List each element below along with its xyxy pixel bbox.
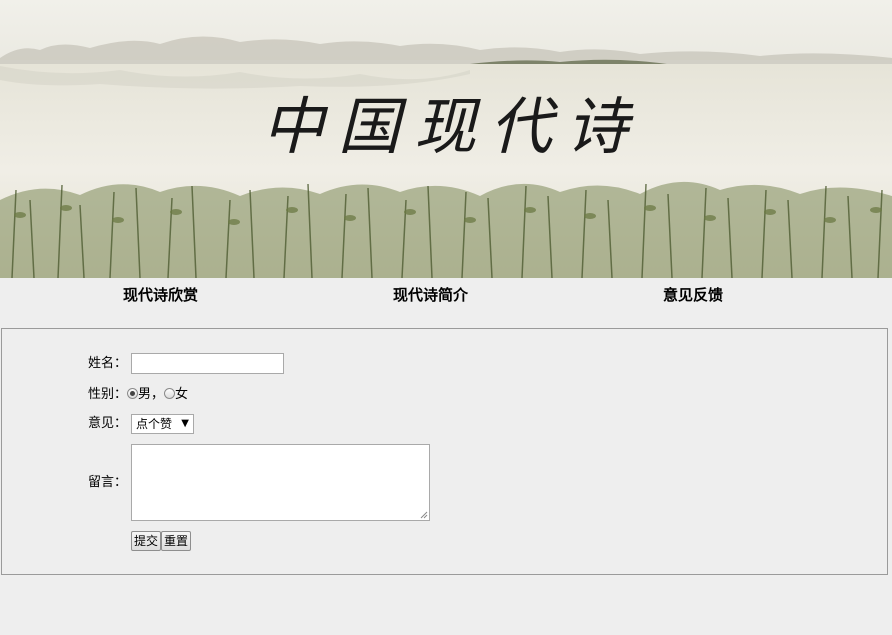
gender-male-label: 男 xyxy=(138,387,152,402)
lake-landscape-image: 中国现代诗 xyxy=(0,0,892,278)
name-label: 姓名： xyxy=(88,356,128,371)
gender-row: 性别： 男， 女 xyxy=(88,384,188,406)
gender-separator: ， xyxy=(151,387,165,402)
name-input[interactable] xyxy=(131,353,284,374)
nav-item-poetry-appreciation[interactable]: 现代诗欣赏 xyxy=(123,284,198,305)
opinion-selected-value: 点个赞 xyxy=(136,417,173,431)
banner-title: 中国现代诗 xyxy=(262,90,642,163)
message-textarea[interactable] xyxy=(131,444,430,521)
opinion-row: 意见： xyxy=(88,413,127,435)
nav-item-feedback[interactable]: 意见反馈 xyxy=(663,284,723,305)
gender-label: 性别： xyxy=(88,387,128,402)
opinion-select[interactable]: 点个赞 ▼ xyxy=(131,414,194,434)
reset-button[interactable]: 重置 xyxy=(161,531,191,551)
gender-female-radio[interactable] xyxy=(164,388,176,399)
gender-male-radio[interactable] xyxy=(127,388,139,399)
resize-grip-icon[interactable] xyxy=(420,511,428,519)
nav-item-poetry-intro[interactable]: 现代诗简介 xyxy=(393,284,468,305)
gender-female-label: 女 xyxy=(175,387,189,402)
name-row: 姓名： xyxy=(88,353,127,375)
header-banner: 中国现代诗 xyxy=(0,0,892,278)
message-row: 留言： xyxy=(88,472,127,494)
main-nav: 现代诗欣赏 现代诗简介 意见反馈 xyxy=(0,278,892,310)
dropdown-arrow-icon: ▼ xyxy=(181,418,189,429)
message-label: 留言： xyxy=(88,475,128,490)
submit-button[interactable]: 提交 xyxy=(131,531,161,551)
opinion-label: 意见： xyxy=(88,416,128,431)
